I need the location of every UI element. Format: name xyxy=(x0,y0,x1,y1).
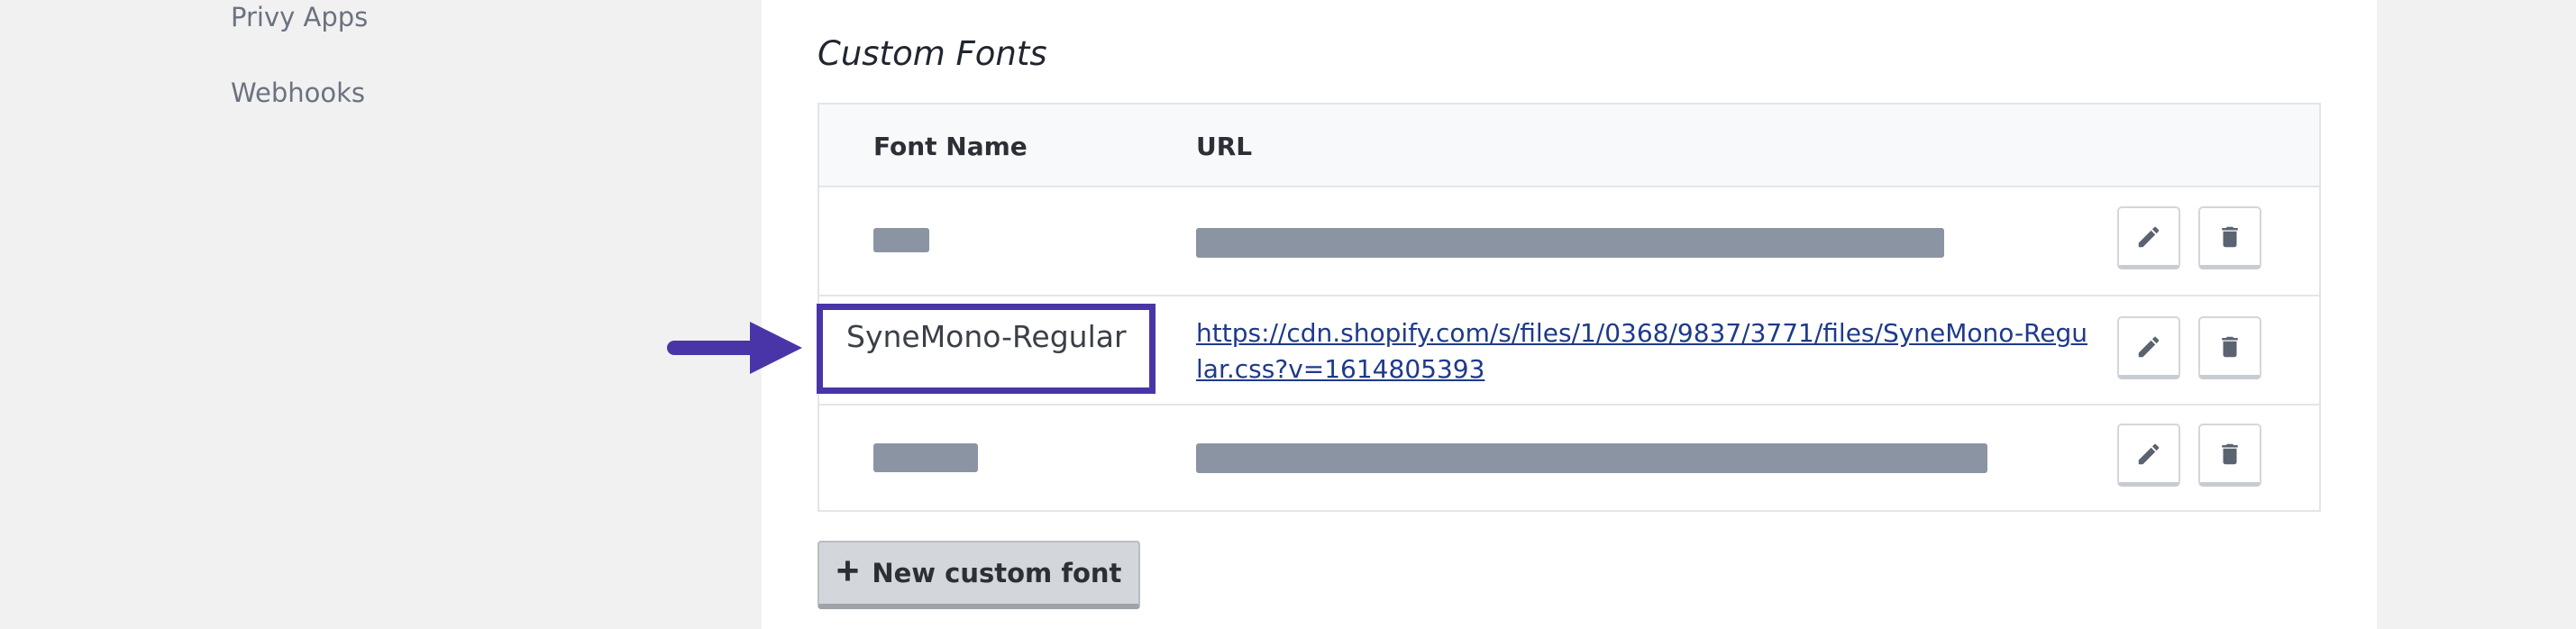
redacted-font-name xyxy=(873,228,929,252)
trash-icon xyxy=(2222,226,2238,247)
redacted-url xyxy=(1196,228,1944,258)
section-title: Custom Fonts xyxy=(818,34,1047,73)
trash-icon xyxy=(2222,336,2238,357)
column-header-url: URL xyxy=(1196,132,1253,161)
edit-button[interactable] xyxy=(2117,316,2180,379)
custom-fonts-table: Font Name URL SyneMono-Regular https://c… xyxy=(818,103,2321,512)
table-row: SyneMono-Regular https://cdn.shopify.com… xyxy=(819,296,2319,406)
edit-button[interactable] xyxy=(2117,206,2180,269)
redacted-url xyxy=(1196,443,1987,473)
delete-button[interactable] xyxy=(2198,424,2261,487)
settings-sidebar: Privy Apps Webhooks xyxy=(0,0,762,629)
pencil-icon xyxy=(2138,443,2160,464)
edit-button[interactable] xyxy=(2117,424,2180,487)
redacted-font-name xyxy=(873,443,978,472)
column-header-font-name: Font Name xyxy=(873,132,1028,161)
pencil-icon xyxy=(2138,226,2160,247)
sidebar-item-webhooks[interactable]: Webhooks xyxy=(231,77,365,108)
new-custom-font-button[interactable]: + New custom font xyxy=(818,541,1140,609)
arrow-right-icon xyxy=(667,322,802,374)
font-name-cell: SyneMono-Regular xyxy=(846,319,1127,354)
pencil-icon xyxy=(2138,336,2160,357)
sidebar-item-privy-apps[interactable]: Privy Apps xyxy=(231,2,368,32)
plus-icon: + xyxy=(836,549,860,593)
delete-button[interactable] xyxy=(2198,206,2261,269)
delete-button[interactable] xyxy=(2198,316,2261,379)
table-row xyxy=(819,187,2319,296)
table-header: Font Name URL xyxy=(819,105,2319,187)
font-url-link[interactable]: https://cdn.shopify.com/s/files/1/0368/9… xyxy=(1196,315,2088,387)
settings-panel: Custom Fonts Font Name URL SyneMono-Regu… xyxy=(762,0,2377,629)
new-custom-font-label: New custom font xyxy=(872,558,1122,588)
table-row xyxy=(819,406,2319,515)
trash-icon xyxy=(2222,443,2238,464)
